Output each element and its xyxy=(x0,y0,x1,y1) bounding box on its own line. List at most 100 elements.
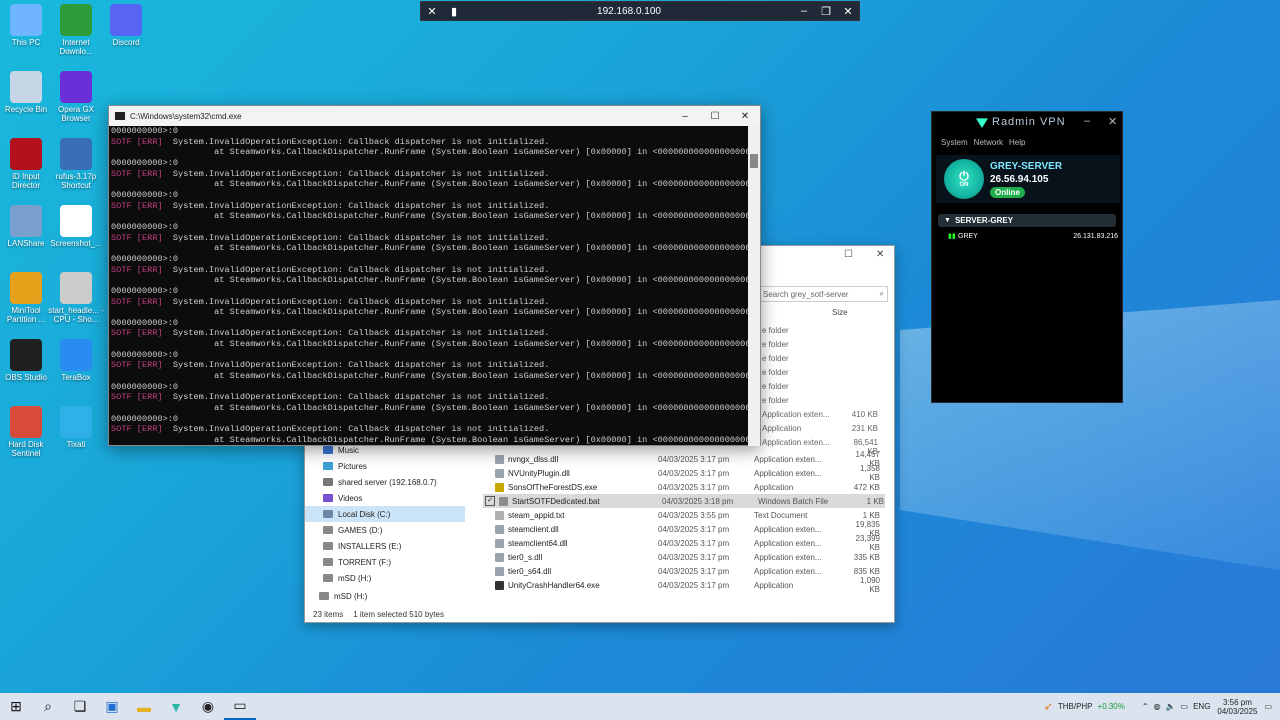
network-icon[interactable]: ◍ xyxy=(1154,702,1161,711)
battery-icon[interactable]: ▭ xyxy=(1181,702,1189,711)
host-ip: 26.56.94.105 xyxy=(990,173,1049,185)
desktop-icon[interactable]: TeraBox xyxy=(48,339,104,382)
menu-item[interactable]: Help xyxy=(1009,138,1025,147)
search-icon[interactable]: ⌕ xyxy=(32,693,64,720)
download-globe-icon xyxy=(60,4,92,36)
minimize-icon[interactable]: – xyxy=(1084,115,1091,127)
desktop-icon[interactable]: This PC xyxy=(0,4,54,47)
nav-item[interactable]: Local Disk (C:) xyxy=(305,506,465,522)
language-indicator[interactable]: ENG xyxy=(1193,702,1210,711)
menu-item[interactable]: Network xyxy=(974,138,1003,147)
desktop-icon[interactable]: MiniTool Partition ... xyxy=(0,272,54,324)
file-icon xyxy=(495,510,504,520)
peer-row[interactable]: ▮▮ GREY 26.131.83.216 xyxy=(948,230,1118,242)
radmin-title-bar[interactable]: Radmin VPN – ✕ xyxy=(932,112,1122,132)
windows-start-icon[interactable]: ⊞ xyxy=(0,693,32,720)
console-line: at Steamworks.CallbackDispatcher.RunFram… xyxy=(111,275,748,286)
nav-item[interactable]: mSD (H:) xyxy=(305,588,465,604)
desktop-icon[interactable]: Hard Disk Sentinel xyxy=(0,406,54,458)
menu-item[interactable]: System xyxy=(941,138,968,147)
desktop-icon[interactable]: iD Input Director xyxy=(0,138,54,190)
file-explorer-icon[interactable]: ▬ xyxy=(128,693,160,720)
file-row[interactable]: tier0_s.dll 04/03/2025 3:17 pm Application… xyxy=(483,550,885,564)
nav-item[interactable]: GAMES (D:) xyxy=(305,522,465,538)
console-line: 0000000000>:0 xyxy=(111,318,748,329)
minimize-icon[interactable]: – xyxy=(793,2,815,20)
desktop-icon[interactable]: Screenshot_... xyxy=(48,205,104,248)
chevron-up-icon[interactable]: ⌃ xyxy=(1142,702,1149,711)
file-row[interactable]: UnityCrashHandler64.exe 04/03/2025 3:17 p… xyxy=(483,576,885,594)
close-icon[interactable]: ✕ xyxy=(730,111,760,122)
file-row[interactable]: nvngx_dlss.dll 04/03/2025 3:17 pm Applicat… xyxy=(483,450,885,468)
file-type: Application xyxy=(754,482,794,492)
desktop-icon-label: Screenshot_... xyxy=(50,239,102,248)
file-date: 04/03/2025 3:17 pm xyxy=(658,524,730,534)
radmin-logo-icon xyxy=(976,118,988,128)
radmin-icon[interactable]: ▼ xyxy=(160,693,192,720)
close-icon[interactable]: ✕ xyxy=(837,2,859,20)
volume-icon[interactable]: 🔈 xyxy=(1166,702,1176,711)
terminal-icon[interactable]: ▭ xyxy=(224,693,256,720)
desktop-icon[interactable]: Internet Downlo... xyxy=(48,4,104,56)
console-text: 0000000000>:0 xyxy=(111,126,179,136)
pin-off-icon[interactable]: ✕ xyxy=(421,2,443,20)
file-row[interactable]: SonsOfTheForestDS.exe 04/03/2025 3:17 pm A… xyxy=(483,480,885,494)
ticker-value[interactable]: +0.30% xyxy=(1098,702,1125,711)
console-output[interactable]: 0000000000>:0 SOTF [ERR] System.InvalidOp… xyxy=(110,126,748,446)
nav-item[interactable]: INSTALLERS (E:) xyxy=(305,538,465,554)
task-view-icon[interactable]: ❏ xyxy=(64,693,96,720)
file-size: 1 KB xyxy=(862,510,880,520)
checkbox[interactable]: ✓ xyxy=(485,496,495,506)
clock[interactable]: 3:56 pm 04/03/2025 xyxy=(1215,698,1259,716)
nav-item[interactable]: mSD (H:) xyxy=(305,570,465,586)
file-row[interactable]: steam_appid.txt 04/03/2025 3:55 pm Text Do… xyxy=(483,508,885,522)
desktop-icon-label: Discord xyxy=(112,38,140,47)
minimize-icon[interactable]: – xyxy=(670,111,700,122)
desktop-icon[interactable]: Discord xyxy=(98,4,154,47)
power-button[interactable]: ⏻ ON xyxy=(944,159,984,199)
desktop-icon[interactable]: Tixati xyxy=(48,406,104,449)
cmd-title-bar[interactable]: C:\Windows\system32\cmd.exe – ☐ ✕ xyxy=(109,106,760,126)
notification-icon[interactable]: ▭ xyxy=(1264,702,1272,711)
desktop-icon[interactable]: Recycle Bin xyxy=(0,71,54,114)
scrollbar-thumb[interactable] xyxy=(750,154,758,168)
console-line: at Steamworks.CallbackDispatcher.RunFram… xyxy=(111,435,748,446)
maximize-icon[interactable]: ☐ xyxy=(700,111,730,122)
file-row[interactable]: steamclient64.dll 04/03/2025 3:17 pm Appli… xyxy=(483,534,885,552)
desktop-icon-label: start_headle... - CPU - Sho... xyxy=(48,306,104,324)
nav-item[interactable]: Pictures xyxy=(305,458,465,474)
file-name: StartSOTFDedicated.bat xyxy=(512,496,600,506)
desktop-icon[interactable]: OBS Studio xyxy=(0,339,54,382)
desktop-icon[interactable]: LANShare xyxy=(0,205,54,248)
cmd-title: C:\Windows\system32\cmd.exe xyxy=(130,111,242,121)
close-icon[interactable]: ✕ xyxy=(1108,115,1118,128)
obs-icon[interactable]: ◉ xyxy=(192,693,224,720)
console-tag: SOTF [ERR] xyxy=(111,296,163,307)
desktop-icon[interactable]: rufus-3.17p Shortcut xyxy=(48,138,104,190)
file-row[interactable]: steamclient.dll 04/03/2025 3:17 pm Applica… xyxy=(483,520,885,538)
scrollbar[interactable] xyxy=(748,126,760,446)
desktop-icon[interactable]: start_headle... - CPU - Sho... xyxy=(48,272,104,324)
restore-icon[interactable]: ❐ xyxy=(815,2,837,20)
desktop-icon-label: Hard Disk Sentinel xyxy=(8,440,44,458)
radmin-title: Radmin VPN xyxy=(992,116,1066,128)
signal-icon[interactable]: ▮ xyxy=(443,2,465,20)
network-group[interactable]: ▼ SERVER-GREY xyxy=(938,214,1116,227)
console-line: at Steamworks.CallbackDispatcher.RunFram… xyxy=(111,243,748,254)
ticker-label[interactable]: THB/PHP xyxy=(1058,702,1093,711)
nav-item[interactable]: Videos xyxy=(305,490,465,506)
console-tag: SOTF [ERR] xyxy=(111,264,163,275)
file-row[interactable]: NVUnityPlugin.dll 04/03/2025 3:17 pm Appli… xyxy=(483,464,885,482)
desktop-icon[interactable]: Opera GX Browser xyxy=(48,71,104,123)
nav-item[interactable]: shared server (192.168.0.7) xyxy=(305,474,465,490)
input-director-icon xyxy=(10,138,42,170)
file-row[interactable]: tier0_s64.dll 04/03/2025 3:17 pm Applicati… xyxy=(483,564,885,578)
usb-icon xyxy=(60,138,92,170)
nav-item[interactable]: TORRENT (F:) xyxy=(305,554,465,570)
store-icon[interactable]: ▣ xyxy=(96,693,128,720)
file-row[interactable]: ✓ StartSOTFDedicated.bat 04/03/2025 3:18 p… xyxy=(483,494,885,508)
file-icon xyxy=(499,496,508,506)
selection-info: 1 item selected 510 bytes xyxy=(353,609,444,619)
console-text: 0000000000>:0 xyxy=(111,253,179,264)
nav-label: GAMES (D:) xyxy=(338,525,383,535)
